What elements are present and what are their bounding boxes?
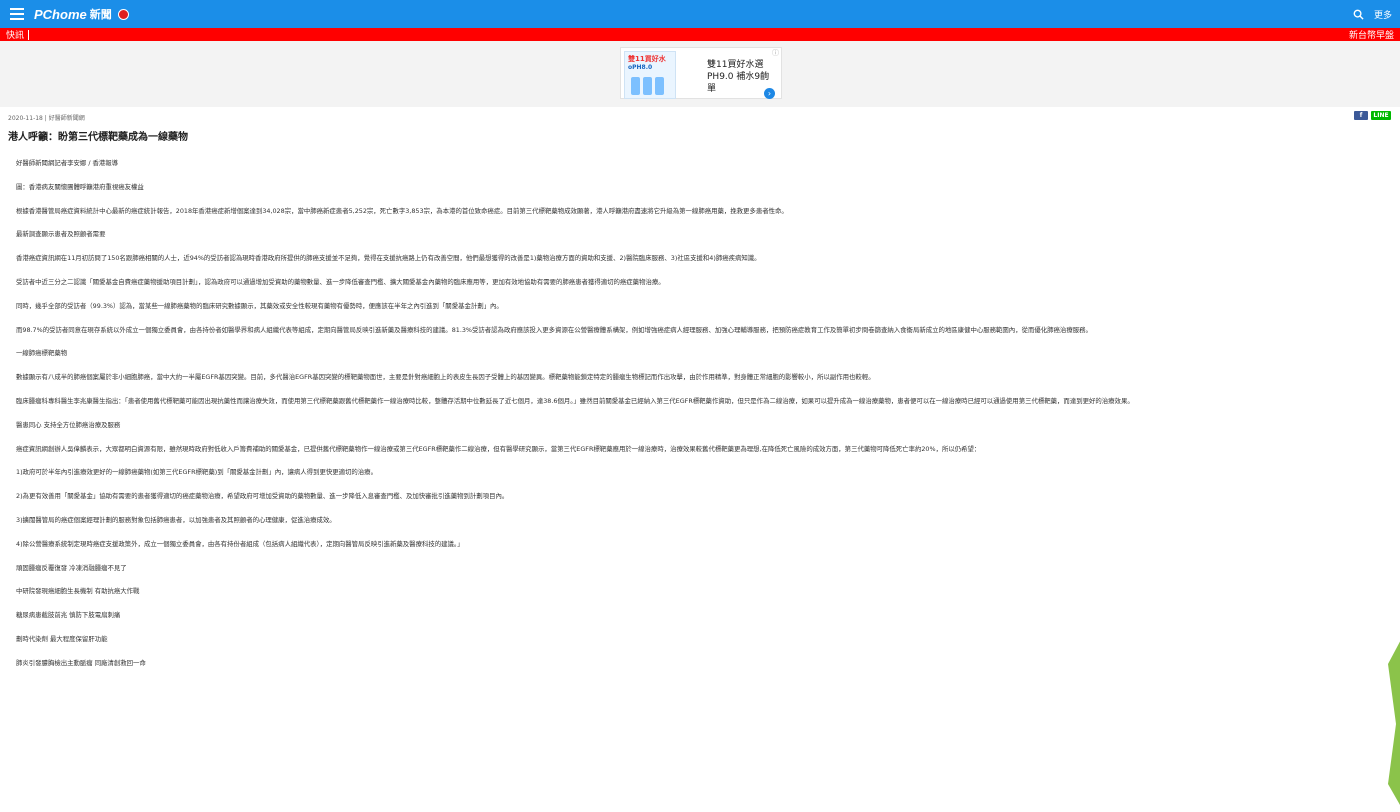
ad-image-product: oPH8.0 bbox=[628, 64, 653, 71]
article-paragraph: 臨床腫瘤科專科醫生李兆康醫生指出：「患者使用舊代標靶藥可能因出現抗藥性而讓治療失… bbox=[16, 396, 1134, 405]
section-heading: 最新調查顯示患者及照顧者需要 bbox=[16, 230, 106, 239]
related-article-link[interactable]: 肺炎引發膿胸檢出主動脈瘤 同廠清創救回一命 bbox=[16, 658, 1388, 669]
article-paragraph: 香港癌症資訊網在11月初訪問了150名跟肺癌相關的人士，近94%的受訪者認為現時… bbox=[16, 254, 761, 263]
chevron-right-icon[interactable]: › bbox=[764, 88, 775, 99]
logo-brand: PChome bbox=[34, 6, 87, 22]
article-paragraph: 受訪者中近三分之二認識「關愛基金自費癌症藥物援助項目計劃」，認為政府可以通過增加… bbox=[16, 277, 665, 286]
related-article-link[interactable]: 頑固腫瘤反覆復發 冷凍消融腫瘤不見了 bbox=[16, 563, 1388, 574]
article-paragraph: 同時，幾乎全部的受訪者（99.3%）認為，當某些一線肺癌藥物的臨床研究數據顯示，… bbox=[16, 301, 503, 310]
article-paragraph: 好醫師新聞網記者李安娜 / 香港報導 bbox=[16, 159, 119, 167]
article-paragraph: 數據顯示有八成半的肺癌個案屬於非小細胞肺癌，當中大約一半屬EGFR基因突變。目前… bbox=[16, 373, 875, 382]
article-paragraph: 4)除公營醫療系統制定現時癌症支援政策外，成立一個獨立委員會，由各有持份者組成（… bbox=[16, 539, 464, 548]
image-caption: 圖：香港病友關懷團體呼籲港府重視癌友權益 bbox=[16, 182, 144, 191]
article-title: 港人呼籲：盼第三代標靶藥成為一線藥物 bbox=[8, 132, 188, 143]
ticker-label: 快訊 bbox=[6, 31, 25, 41]
article-paragraph: 癌症資訊網創辦人吳偉麟表示，大眾都明白資源有限，雖然現時政府對低收入戶籌費補助的… bbox=[16, 444, 981, 453]
section-heading: 醫患同心 支持全方位肺癌治療及服務 bbox=[16, 420, 121, 429]
top-navbar: PChome 新聞 更多 bbox=[0, 0, 1400, 28]
article-body: 好醫師新聞網記者李安娜 / 香港報導 圖：香港病友關懷團體呼籲港府重視癌友權益 … bbox=[16, 158, 1388, 682]
decorative-green-arrow bbox=[1388, 641, 1400, 805]
search-icon[interactable] bbox=[1353, 9, 1364, 20]
related-article-link[interactable]: 中研院發現癌細胞生長機制 有助抗癌大作戰 bbox=[16, 586, 1388, 597]
article-paragraph: 1)政府可於半年內引進療效更好的一線肺癌藥物(如第三代EGFR標靶藥)到「關愛基… bbox=[16, 468, 377, 477]
article-paragraph: 根據香港醫管局癌症資料統計中心最新的癌症統計報告，2018年香港癌症新增個案達到… bbox=[16, 206, 788, 215]
article-paragraph: 2)為更有效善用「關愛基金」協助有需要的患者獲得適切的癌症藥物治療，希望政府可增… bbox=[16, 492, 509, 501]
bottle-icon bbox=[631, 77, 640, 95]
hamburger-menu-icon[interactable] bbox=[10, 8, 24, 20]
line-share-button[interactable]: LINE bbox=[1371, 111, 1391, 120]
ad-image-brand: 雙11買好水 bbox=[628, 55, 666, 63]
logo-subtitle: 新聞 bbox=[89, 9, 112, 21]
related-article-link[interactable]: 糖尿病患截肢前兆 慎防下肢電扇刺痛 bbox=[16, 610, 1388, 621]
article-paragraph: 而98.7%的受訪者同意在現存系統以外成立一個獨立委員會，由各持份者如醫學界和病… bbox=[16, 325, 1092, 334]
bottle-icon bbox=[643, 77, 652, 95]
live-dot-icon bbox=[117, 8, 129, 20]
article-meta: 2020-11-18 | 好醫師新聞網 bbox=[8, 115, 85, 122]
ticker-headline[interactable]: 新台幣早盤 bbox=[1349, 28, 1394, 41]
bottle-icon bbox=[655, 77, 664, 95]
article-paragraph: 3)擴闊醫管局的癌症個案經理計劃的服務對象包括肺癌患者，以加強患者及其照顧者的心… bbox=[16, 515, 336, 524]
ad-product-image[interactable]: 雙11買好水 oPH8.0 bbox=[624, 51, 676, 99]
ad-banner-area: 雙11買好水 oPH8.0 雙11買好水選PH9.0 補水9齣單 ⓘ › bbox=[0, 41, 1400, 107]
section-heading: 一線肺癌標靶藥物 bbox=[16, 349, 68, 358]
site-logo[interactable]: PChome 新聞 bbox=[34, 6, 129, 22]
more-link[interactable]: 更多 bbox=[1374, 8, 1392, 21]
news-ticker: 快訊 新台幣早盤 bbox=[0, 28, 1400, 41]
ticker-divider bbox=[28, 29, 30, 40]
related-article-link[interactable]: 劃時代染劑 最大程度保留肝功能 bbox=[16, 634, 1388, 645]
ad-choices-icon[interactable]: ⓘ bbox=[772, 48, 779, 58]
ad-card[interactable]: 雙11買好水 oPH8.0 雙11買好水選PH9.0 補水9齣單 ⓘ › bbox=[620, 47, 782, 99]
facebook-share-button[interactable]: f bbox=[1354, 111, 1368, 120]
